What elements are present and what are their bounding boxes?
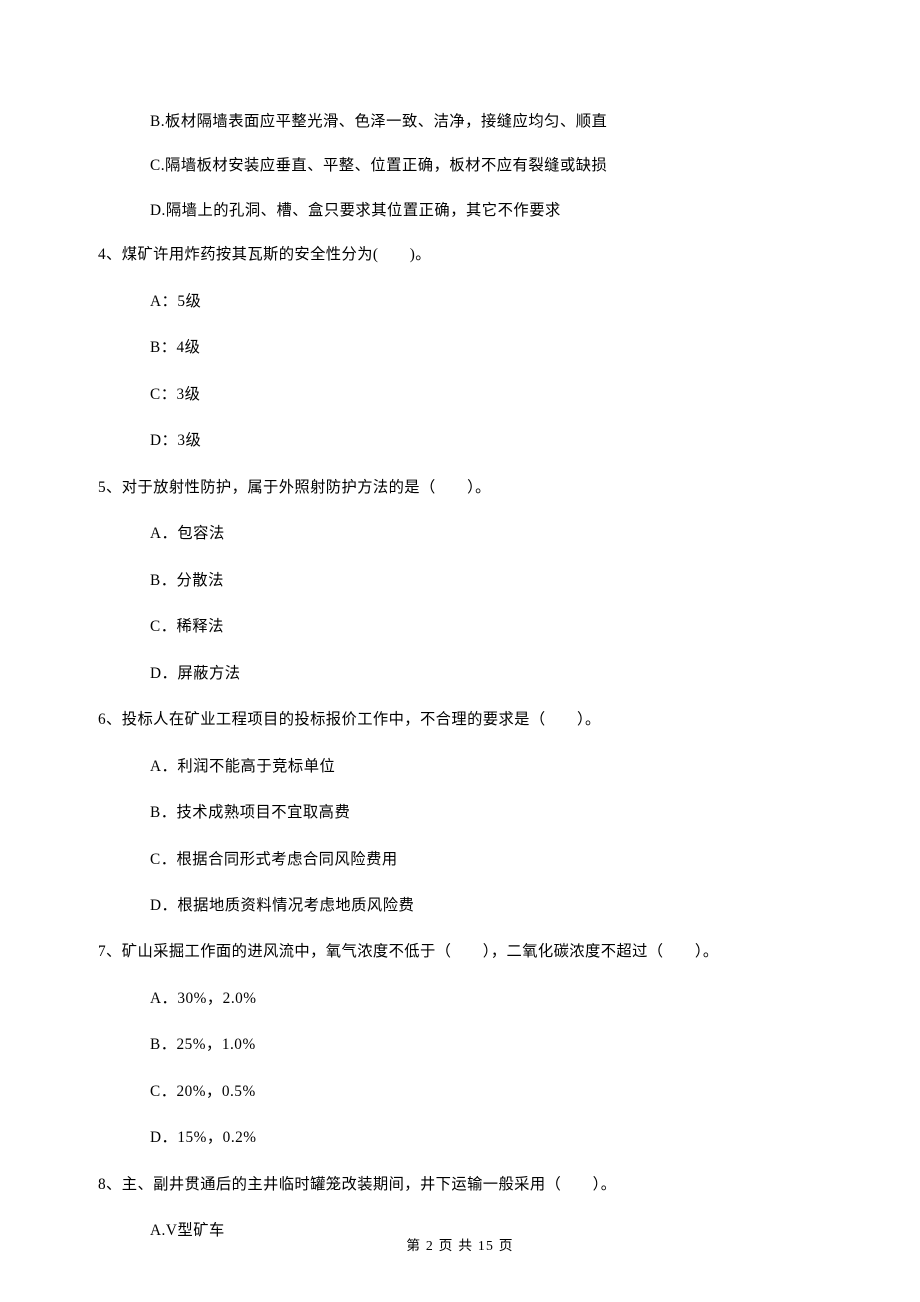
q6-stem: 6、投标人在矿业工程项目的投标报价工作中，不合理的要求是（ ）。	[98, 708, 822, 732]
q6-option-a: A．利润不能高于竞标单位	[150, 755, 822, 779]
q3-option-b: B.板材隔墙表面应平整光滑、色泽一致、洁净，接缝应均匀、顺直	[150, 110, 822, 134]
q5-option-d: D．屏蔽方法	[150, 662, 822, 686]
q5-options: A．包容法 B．分散法 C．稀释法 D．屏蔽方法	[98, 522, 822, 686]
q5-option-c: C．稀释法	[150, 615, 822, 639]
q7-option-c: C．20%，0.5%	[150, 1080, 822, 1104]
q4-option-a: A：5级	[150, 290, 822, 314]
q7-options: A．30%，2.0% B．25%，1.0% C．20%，0.5% D．15%，0…	[98, 987, 822, 1151]
q4-stem: 4、煤矿许用炸药按其瓦斯的安全性分为( )。	[98, 243, 822, 267]
q6-option-c: C．根据合同形式考虑合同风险费用	[150, 848, 822, 872]
q5-stem: 5、对于放射性防护，属于外照射防护方法的是（ ）。	[98, 476, 822, 500]
q3-option-d: D.隔墙上的孔洞、槽、盒只要求其位置正确，其它不作要求	[150, 199, 822, 223]
q4-option-b: B：4级	[150, 336, 822, 360]
q8-stem: 8、主、副井贯通后的主井临时罐笼改装期间，井下运输一般采用（ ）。	[98, 1173, 822, 1197]
q5-option-b: B．分散法	[150, 569, 822, 593]
page-footer: 第 2 页 共 15 页	[0, 1234, 920, 1254]
q7-option-a: A．30%，2.0%	[150, 987, 822, 1011]
q5-option-a: A．包容法	[150, 522, 822, 546]
q3-option-c: C.隔墙板材安装应垂直、平整、位置正确，板材不应有裂缝或缺损	[150, 154, 822, 178]
q6-options: A．利润不能高于竞标单位 B．技术成熟项目不宜取高费 C．根据合同形式考虑合同风…	[98, 755, 822, 919]
q6-option-b: B．技术成熟项目不宜取高费	[150, 801, 822, 825]
q6-option-d: D．根据地质资料情况考虑地质风险费	[150, 894, 822, 918]
q4-option-d: D：3级	[150, 429, 822, 453]
q4-options: A：5级 B：4级 C：3级 D：3级	[98, 290, 822, 454]
q7-option-b: B．25%，1.0%	[150, 1033, 822, 1057]
q4-option-c: C：3级	[150, 383, 822, 407]
q7-option-d: D．15%，0.2%	[150, 1126, 822, 1150]
q7-stem: 7、矿山采掘工作面的进风流中，氧气浓度不低于（ ），二氧化碳浓度不超过（ ）。	[98, 940, 822, 964]
page-content: B.板材隔墙表面应平整光滑、色泽一致、洁净，接缝应均匀、顺直 C.隔墙板材安装应…	[0, 0, 920, 1244]
